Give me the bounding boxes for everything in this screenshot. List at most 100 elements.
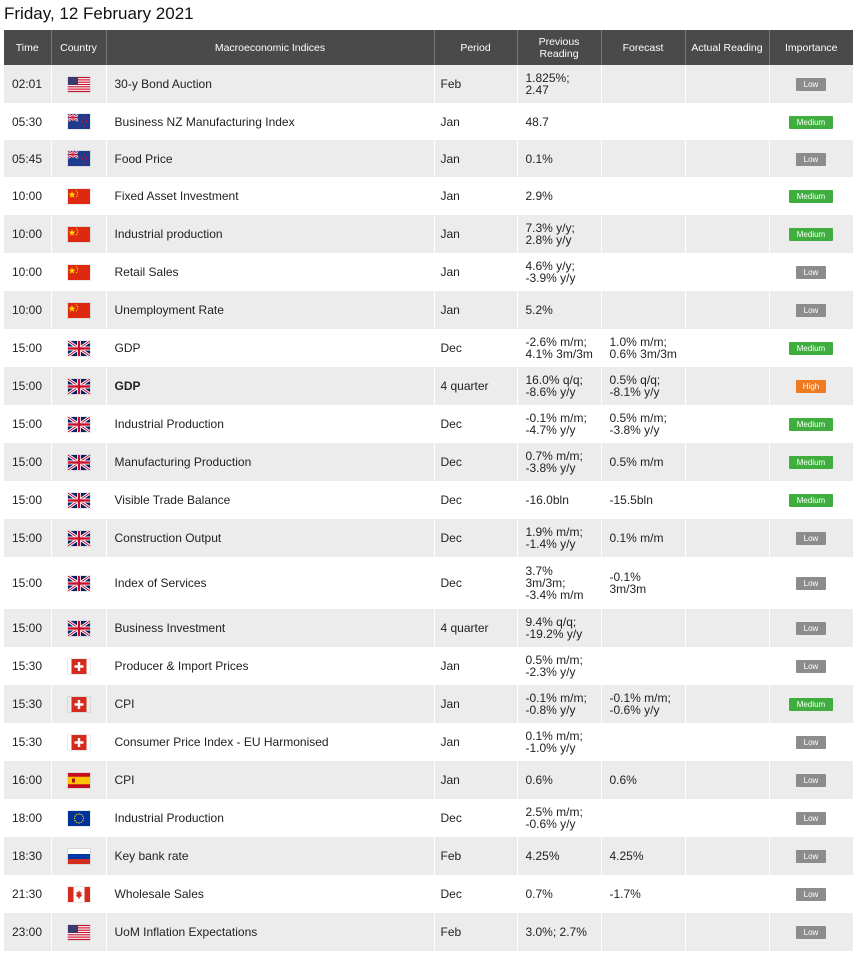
indicator-cell[interactable]: Unemployment Rate	[106, 291, 435, 329]
forecast-cell: -1.7%	[601, 875, 686, 913]
table-row[interactable]: 15:00 Industrial Production Dec -0.1% m/m; …	[4, 405, 854, 443]
importance-badge: Low	[796, 78, 826, 91]
cn-flag-icon	[67, 302, 90, 318]
table-row[interactable]: 15:30 CPI Jan -0.1% m/m; -0.8% y/y -0.1% m/m…	[4, 685, 854, 723]
table-row[interactable]: 15:00 Visible Trade Balance Dec -16.0bln -15…	[4, 481, 854, 519]
importance-badge: Low	[796, 736, 826, 749]
indicator-cell[interactable]: Industrial Production	[106, 405, 435, 443]
country-cell	[51, 405, 107, 443]
table-row[interactable]: 21:30 Wholesale Sales Dec 0.7% -1.7% Low	[4, 875, 854, 913]
country-cell	[51, 103, 107, 140]
ru-flag-icon	[67, 848, 90, 864]
actual-cell	[685, 443, 770, 481]
country-cell	[51, 215, 107, 253]
importance-cell: Medium	[769, 685, 854, 723]
indicator-cell[interactable]: Business NZ Manufacturing Index	[106, 103, 435, 140]
time-cell: 16:00	[4, 761, 52, 799]
column-header-country[interactable]: Country	[51, 30, 107, 65]
forecast-cell	[601, 253, 686, 291]
indicator-cell[interactable]: CPI	[106, 761, 435, 799]
actual-cell	[685, 367, 770, 405]
importance-badge: Medium	[789, 418, 833, 431]
forecast-cell	[601, 913, 686, 951]
time-cell: 15:00	[4, 557, 52, 609]
period-cell: Dec	[434, 443, 518, 481]
column-header-actual[interactable]: Actual Reading	[685, 30, 770, 65]
table-row[interactable]: 18:30 Key bank rate Feb 4.25% 4.25% Low	[4, 837, 854, 875]
indicator-cell[interactable]: Producer & Import Prices	[106, 647, 435, 685]
table-row[interactable]: 15:00 GDP 4 quarter 16.0% q/q; -8.6% y/y 0.5…	[4, 367, 854, 405]
column-header-indicator[interactable]: Macroeconomic Indices	[106, 30, 435, 65]
country-cell	[51, 837, 107, 875]
table-row[interactable]: 15:00 Manufacturing Production Dec 0.7% m/m…	[4, 443, 854, 481]
table-row[interactable]: 05:30 Business NZ Manufacturing Index Jan 4…	[4, 103, 854, 140]
time-cell: 10:00	[4, 253, 52, 291]
previous-cell: -2.6% m/m; 4.1% 3m/3m	[517, 329, 602, 367]
indicator-cell[interactable]: Index of Services	[106, 557, 435, 609]
indicator-cell[interactable]: Business Investment	[106, 609, 435, 647]
table-row[interactable]: 10:00 Unemployment Rate Jan 5.2% Low	[4, 291, 854, 329]
table-row[interactable]: 05:45 Food Price Jan 0.1% Low	[4, 140, 854, 177]
table-row[interactable]: 16:00 CPI Jan 0.6% 0.6% Low	[4, 761, 854, 799]
previous-cell: 0.1% m/m; -1.0% y/y	[517, 723, 602, 761]
column-header-forecast[interactable]: Forecast	[601, 30, 686, 65]
table-row[interactable]: 10:00 Industrial production Jan 7.3% y/y; 2…	[4, 215, 854, 253]
indicator-cell[interactable]: UoM Inflation Expectations	[106, 913, 435, 951]
indicator-cell[interactable]: Key bank rate	[106, 837, 435, 875]
indicator-cell[interactable]: Visible Trade Balance	[106, 481, 435, 519]
eu-flag-icon	[67, 810, 90, 826]
forecast-cell: -15.5bln	[601, 481, 686, 519]
importance-cell: Medium	[769, 405, 854, 443]
uk-flag-icon	[67, 492, 90, 508]
table-row[interactable]: 23:00 UoM Inflation Expectations Feb 3.0%; …	[4, 913, 854, 951]
indicator-cell[interactable]: Wholesale Sales	[106, 875, 435, 913]
period-cell: 4 quarter	[434, 609, 518, 647]
indicator-cell[interactable]: 30-y Bond Auction	[106, 65, 435, 103]
previous-cell: 0.5% m/m; -2.3% y/y	[517, 647, 602, 685]
previous-cell: -16.0bln	[517, 481, 602, 519]
column-header-period[interactable]: Period	[434, 30, 518, 65]
indicator-cell[interactable]: GDP	[106, 367, 435, 405]
table-row[interactable]: 15:00 GDP Dec -2.6% m/m; 4.1% 3m/3m 1.0% m/m…	[4, 329, 854, 367]
country-cell	[51, 723, 107, 761]
forecast-cell	[601, 799, 686, 837]
table-row[interactable]: 15:30 Producer & Import Prices Jan 0.5% m/m…	[4, 647, 854, 685]
column-header-time[interactable]: Time	[4, 30, 52, 65]
actual-cell	[685, 723, 770, 761]
table-row[interactable]: 15:00 Index of Services Dec 3.7% 3m/3m; -3.…	[4, 557, 854, 609]
previous-cell: 48.7	[517, 103, 602, 140]
table-row[interactable]: 02:01 30-y Bond Auction Feb 1.825%; 2.47 Low	[4, 65, 854, 103]
actual-cell	[685, 519, 770, 557]
column-header-importance[interactable]: Importance	[769, 30, 853, 65]
importance-badge: Low	[796, 660, 826, 673]
importance-badge: Low	[796, 926, 826, 939]
time-cell: 10:00	[4, 177, 52, 215]
indicator-cell[interactable]: Industrial production	[106, 215, 435, 253]
importance-cell: Low	[769, 140, 854, 177]
time-cell: 15:30	[4, 685, 52, 723]
table-row[interactable]: 10:00 Retail Sales Jan 4.6% y/y; -3.9% y/y L…	[4, 253, 854, 291]
forecast-cell	[601, 65, 686, 103]
uk-flag-icon	[67, 416, 90, 432]
column-header-previous[interactable]: Previous Reading	[517, 30, 602, 65]
ch-flag-icon	[68, 658, 90, 674]
indicator-cell[interactable]: Manufacturing Production	[106, 443, 435, 481]
indicator-cell[interactable]: Consumer Price Index - EU Harmonised	[106, 723, 435, 761]
period-cell: Dec	[434, 557, 518, 609]
table-row[interactable]: 18:00 Industrial Production Dec 2.5% m/m; -…	[4, 799, 854, 837]
indicator-cell[interactable]: Food Price	[106, 140, 435, 177]
period-cell: Jan	[434, 140, 518, 177]
indicator-cell[interactable]: Retail Sales	[106, 253, 435, 291]
table-row[interactable]: 10:00 Fixed Asset Investment Jan 2.9% Medium	[4, 177, 854, 215]
table-row[interactable]: 15:00 Business Investment 4 quarter 9.4% q/…	[4, 609, 854, 647]
importance-cell: Medium	[769, 443, 854, 481]
indicator-cell[interactable]: Construction Output	[106, 519, 435, 557]
forecast-cell	[601, 103, 686, 140]
table-row[interactable]: 15:30 Consumer Price Index - EU Harmonise…	[4, 723, 854, 761]
indicator-cell[interactable]: GDP	[106, 329, 435, 367]
indicator-cell[interactable]: Industrial Production	[106, 799, 435, 837]
indicator-cell[interactable]: Fixed Asset Investment	[106, 177, 435, 215]
table-row[interactable]: 15:00 Construction Output Dec 1.9% m/m; -1.…	[4, 519, 854, 557]
time-cell: 10:00	[4, 291, 52, 329]
indicator-cell[interactable]: CPI	[106, 685, 435, 723]
